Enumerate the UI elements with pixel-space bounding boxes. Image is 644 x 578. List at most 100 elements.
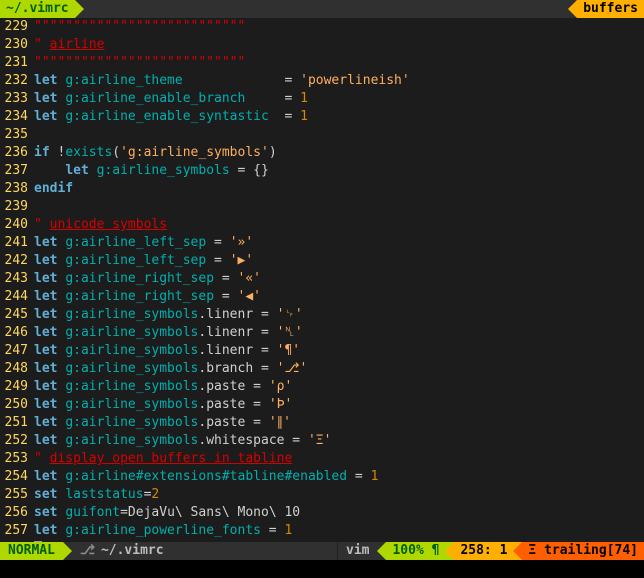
editor-line[interactable]: 232let g:airline_theme = 'powerlineish' — [0, 72, 644, 90]
line-content[interactable]: set laststatus=2 — [34, 486, 644, 504]
syntax-token: 'Ξ' — [308, 433, 331, 448]
editor-line[interactable]: 251let g:airline_symbols.paste = '∥' — [0, 414, 644, 432]
editor-line[interactable]: 248let g:airline_symbols.branch = '⎇' — [0, 360, 644, 378]
line-content[interactable]: let g:airline_symbols = {} — [34, 162, 644, 180]
editor-line[interactable]: 243let g:airline_right_sep = '«' — [0, 270, 644, 288]
editor-line[interactable]: 238endif — [0, 180, 644, 198]
syntax-token: '¶' — [277, 343, 300, 358]
syntax-token: g:airline#extensions#tabline#enabled — [65, 469, 347, 484]
line-content[interactable]: let g:airline_right_sep = '◀' — [34, 288, 644, 306]
syntax-token: " — [34, 451, 50, 466]
syntax-token: =DejaVu\ Sans\ Mono\ 10 — [120, 505, 300, 520]
line-content[interactable]: """"""""""""""""""""""""""" — [34, 18, 644, 36]
syntax-token: let — [34, 253, 65, 268]
line-content[interactable]: " display open buffers in tabline — [34, 450, 644, 468]
editor-line[interactable]: 236if !exists('g:airline_symbols') — [0, 144, 644, 162]
editor-line[interactable]: 244let g:airline_right_sep = '◀' — [0, 288, 644, 306]
syntax-token: g:airline_symbols — [97, 163, 230, 178]
editor-line[interactable]: 252let g:airline_symbols.whitespace = 'Ξ… — [0, 432, 644, 450]
editor-line[interactable]: 241let g:airline_left_sep = '»' — [0, 234, 644, 252]
statusline-filetype: vim — [337, 542, 377, 560]
editor-line[interactable]: 229""""""""""""""""""""""""""" — [0, 18, 644, 36]
tabline-buffers-label[interactable]: buffers — [577, 0, 644, 18]
syntax-token: unicode symbols — [50, 217, 167, 232]
line-content[interactable]: let g:airline_symbols.linenr = '¶' — [34, 342, 644, 360]
line-content[interactable]: let g:airline_symbols.whitespace = 'Ξ' — [34, 432, 644, 450]
line-content[interactable]: let g:airline_symbols.paste = '∥' — [34, 414, 644, 432]
syntax-token: = — [347, 469, 370, 484]
editor-line[interactable]: 247let g:airline_symbols.linenr = '¶' — [0, 342, 644, 360]
syntax-token: let — [34, 289, 65, 304]
editor-line[interactable]: 230" airline — [0, 36, 644, 54]
line-content[interactable]: let g:airline#extensions#tabline#enabled… — [34, 468, 644, 486]
line-content[interactable]: let g:airline_powerline_fonts = 1 — [34, 522, 644, 540]
line-content[interactable]: let g:airline_symbols.paste = 'Þ' — [34, 396, 644, 414]
syntax-token: = — [206, 253, 229, 268]
editor-line[interactable]: 253" display open buffers in tabline — [0, 450, 644, 468]
line-content[interactable]: """"""""""""""""""""""""""" — [34, 54, 644, 72]
line-content[interactable]: let g:airline_symbols.linenr = '␤' — [34, 324, 644, 342]
syntax-token: = — [261, 523, 284, 538]
editor-line[interactable]: 231""""""""""""""""""""""""""" — [0, 54, 644, 72]
line-number: 243 — [0, 270, 34, 288]
editor-line[interactable]: 246let g:airline_symbols.linenr = '␤' — [0, 324, 644, 342]
separator-left-icon — [513, 542, 522, 560]
syntax-token: g:airline_symbols — [65, 325, 198, 340]
syntax-token: = — [245, 379, 268, 394]
line-content[interactable]: let g:airline_symbols.linenr = '␊' — [34, 306, 644, 324]
syntax-token: g:airline_right_sep — [65, 271, 214, 286]
syntax-token: = {} — [230, 163, 269, 178]
command-line[interactable] — [0, 560, 644, 578]
line-content[interactable]: let g:airline_enable_syntastic = 1 — [34, 108, 644, 126]
branch-icon: ⎇ — [80, 542, 95, 560]
editor-line[interactable]: 257let g:airline_powerline_fonts = 1 — [0, 522, 644, 540]
line-number: 236 — [0, 144, 34, 162]
editor-line[interactable]: 250let g:airline_symbols.paste = 'Þ' — [0, 396, 644, 414]
line-number: 233 — [0, 90, 34, 108]
editor-line[interactable]: 240" unicode symbols — [0, 216, 644, 234]
syntax-token: = — [206, 235, 229, 250]
line-content[interactable]: let g:airline_symbols.paste = 'ρ' — [34, 378, 644, 396]
syntax-token: g:airline_symbols — [65, 307, 198, 322]
line-content[interactable]: let g:airline_left_sep = '»' — [34, 234, 644, 252]
editor-line[interactable]: 256set guifont=DejaVu\ Sans\ Mono\ 10 — [0, 504, 644, 522]
line-content[interactable]: let g:airline_symbols.branch = '⎇' — [34, 360, 644, 378]
line-content[interactable]: let g:airline_enable_branch = 1 — [34, 90, 644, 108]
line-content[interactable] — [34, 198, 644, 216]
line-content[interactable]: set guifont=DejaVu\ Sans\ Mono\ 10 — [34, 504, 644, 522]
line-content[interactable]: let g:airline_right_sep = '«' — [34, 270, 644, 288]
line-content[interactable] — [34, 126, 644, 144]
statusline-mode: NORMAL — [0, 542, 63, 560]
line-content[interactable]: if !exists('g:airline_symbols') — [34, 144, 644, 162]
syntax-token: 1 — [300, 91, 308, 106]
editor-line[interactable]: 237 let g:airline_symbols = {} — [0, 162, 644, 180]
syntax-token: g:airline_symbols — [65, 361, 198, 376]
syntax-token: ( — [112, 145, 120, 160]
editor-line[interactable]: 249let g:airline_symbols.paste = 'ρ' — [0, 378, 644, 396]
editor-viewport[interactable]: 229"""""""""""""""""""""""""""230" airli… — [0, 18, 644, 542]
line-number: 255 — [0, 486, 34, 504]
line-content[interactable]: endif — [34, 180, 644, 198]
line-content[interactable]: let g:airline_theme = 'powerlineish' — [34, 72, 644, 90]
editor-line[interactable]: 234let g:airline_enable_syntastic = 1 — [0, 108, 644, 126]
syntax-token: whitespace — [206, 433, 284, 448]
line-content[interactable]: " unicode symbols — [34, 216, 644, 234]
editor-line[interactable]: 235 — [0, 126, 644, 144]
editor-line[interactable]: 255set laststatus=2 — [0, 486, 644, 504]
syntax-token: '⎇' — [277, 361, 308, 376]
syntax-token: 'g:airline_symbols' — [120, 145, 269, 160]
separator-left-icon — [445, 542, 454, 560]
syntax-token: let — [34, 91, 65, 106]
syntax-token: g:airline_enable_branch — [65, 91, 245, 106]
syntax-token: '▶' — [230, 253, 253, 268]
syntax-token: g:airline_powerline_fonts — [65, 523, 261, 538]
tabline-filename[interactable]: ~/.vimrc — [0, 0, 75, 18]
editor-line[interactable]: 254let g:airline#extensions#tabline#enab… — [0, 468, 644, 486]
line-content[interactable]: let g:airline_left_sep = '▶' — [34, 252, 644, 270]
editor-line[interactable]: 242let g:airline_left_sep = '▶' — [0, 252, 644, 270]
editor-line[interactable]: 245let g:airline_symbols.linenr = '␊' — [0, 306, 644, 324]
editor-line[interactable]: 233let g:airline_enable_branch = 1 — [0, 90, 644, 108]
line-content[interactable]: " airline — [34, 36, 644, 54]
editor-line[interactable]: 239 — [0, 198, 644, 216]
syntax-token: paste — [206, 415, 245, 430]
